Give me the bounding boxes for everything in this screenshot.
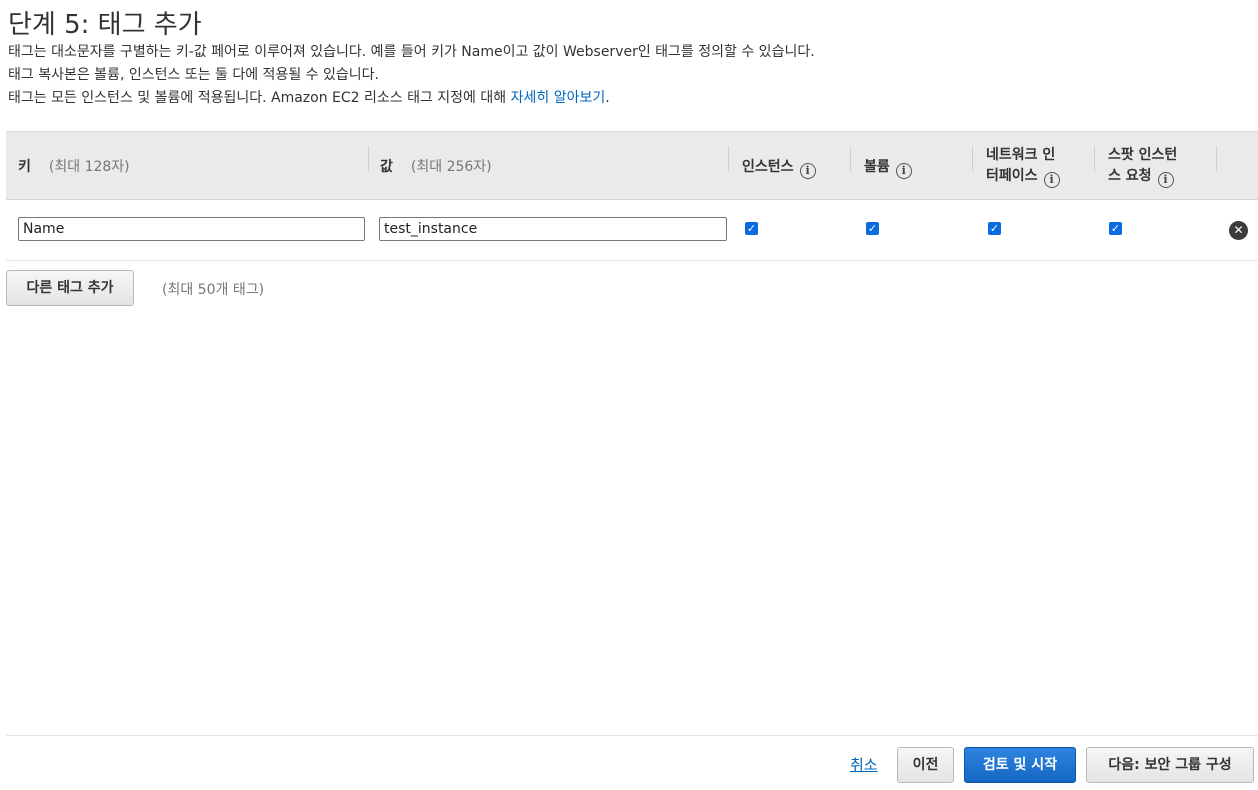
column-divider bbox=[1216, 146, 1217, 172]
column-header-spot-line-2: 스 요청 i bbox=[1108, 166, 1177, 188]
previous-button[interactable]: 이전 bbox=[897, 747, 954, 783]
add-another-tag-button[interactable]: 다른 태그 추가 bbox=[6, 270, 134, 306]
column-divider bbox=[1094, 146, 1095, 172]
info-icon[interactable]: i bbox=[799, 163, 816, 179]
column-header-key-hint: (최대 128자) bbox=[48, 159, 130, 175]
column-header-volumes-label: 볼륨 bbox=[864, 159, 890, 175]
description-line-2: 태그 복사본은 볼륨, 인스턴스 또는 둘 다에 적용될 수 있습니다. bbox=[8, 67, 379, 83]
remove-tag-icon[interactable]: ✕ bbox=[1229, 221, 1248, 240]
column-header-key-label: 키 bbox=[18, 159, 31, 175]
column-header-key: 키 (최대 128자) bbox=[18, 156, 130, 176]
tag-key-input[interactable] bbox=[18, 217, 365, 241]
column-header-instances: 인스턴스 i bbox=[742, 156, 816, 179]
description-line-1: 태그는 대소문자를 구별하는 키-값 페어로 이루어져 있습니다. 예를 들어 … bbox=[8, 44, 815, 60]
volumes-checkbox[interactable]: ✓ bbox=[866, 222, 879, 235]
footer-divider bbox=[6, 735, 1258, 736]
column-header-spot-requests: 스팟 인스턴 스 요청 i bbox=[1108, 145, 1177, 188]
description-line-3: 태그는 모든 인스턴스 및 볼륨에 적용됩니다. Amazon EC2 리소스 … bbox=[8, 87, 610, 107]
column-header-network-line-1: 네트워크 인 bbox=[986, 147, 1056, 163]
tag-value-input[interactable] bbox=[379, 217, 727, 241]
tags-table-header: 키 (최대 128자) 값 (최대 256자) 인스턴스 i 볼륨 i 네트워크 인 터… bbox=[6, 131, 1258, 200]
column-header-volumes: 볼륨 i bbox=[864, 156, 912, 179]
page-title: 단계 5: 태그 추가 bbox=[8, 10, 202, 40]
column-header-network-line-2: 터페이스 i bbox=[986, 166, 1060, 188]
column-header-spot-label: 스 요청 bbox=[1108, 168, 1152, 184]
info-icon[interactable]: i bbox=[1157, 172, 1174, 188]
max-tags-note: (최대 50개 태그) bbox=[162, 282, 265, 298]
cancel-link[interactable]: 취소 bbox=[850, 754, 878, 775]
column-header-network-label: 터페이스 bbox=[986, 168, 1038, 184]
column-divider bbox=[850, 146, 851, 172]
description-line-3-text: 태그는 모든 인스턴스 및 볼륨에 적용됩니다. Amazon EC2 리소스 … bbox=[8, 90, 511, 106]
next-configure-security-group-button[interactable]: 다음: 보안 그룹 구성 bbox=[1086, 747, 1254, 783]
table-row: ✓ ✓ ✓ ✓ ✕ bbox=[6, 199, 1258, 261]
instances-checkbox[interactable]: ✓ bbox=[745, 222, 758, 235]
column-header-instances-label: 인스턴스 bbox=[742, 159, 794, 175]
column-divider bbox=[368, 146, 369, 172]
column-header-value: 값 (최대 256자) bbox=[380, 156, 492, 176]
info-icon[interactable]: i bbox=[895, 163, 912, 179]
column-header-spot-line-1: 스팟 인스턴 bbox=[1108, 147, 1178, 163]
spot-requests-checkbox[interactable]: ✓ bbox=[1109, 222, 1122, 235]
info-icon[interactable]: i bbox=[1043, 172, 1060, 188]
column-header-value-label: 값 bbox=[380, 159, 393, 175]
learn-more-link[interactable]: 자세히 알아보기 bbox=[511, 90, 606, 106]
column-divider bbox=[728, 146, 729, 172]
network-interfaces-checkbox[interactable]: ✓ bbox=[988, 222, 1001, 235]
column-divider bbox=[972, 146, 973, 172]
column-header-value-hint: (최대 256자) bbox=[410, 159, 492, 175]
description-line-3-suffix: . bbox=[605, 90, 610, 106]
review-and-launch-button[interactable]: 검토 및 시작 bbox=[964, 747, 1076, 783]
column-header-network-interfaces: 네트워크 인 터페이스 i bbox=[986, 145, 1060, 188]
